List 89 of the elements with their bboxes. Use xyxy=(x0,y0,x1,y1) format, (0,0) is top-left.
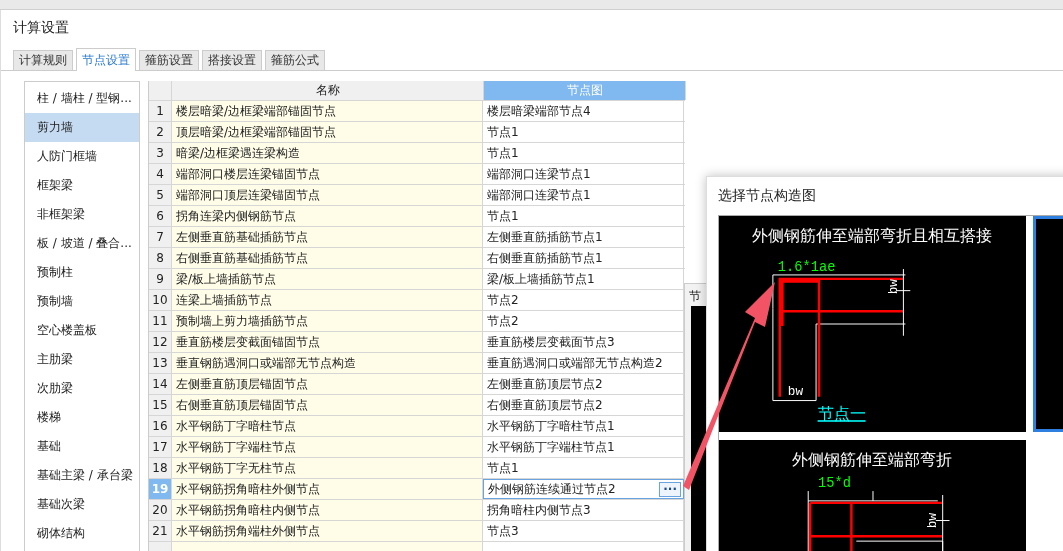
row-number: 21 xyxy=(149,521,172,541)
row-number: 12 xyxy=(149,332,172,352)
sidebar-item[interactable]: 次肋梁 xyxy=(25,374,139,403)
table-cell: 梁/板上墙插筋节点 xyxy=(172,269,483,289)
table-cell: 端部洞口顶层连梁锚固节点 xyxy=(172,185,483,205)
diagram-title: 外侧钢筋伸至端部弯折 xyxy=(792,449,952,469)
sidebar-item[interactable]: 预制柱 xyxy=(25,258,139,287)
table-cell: 预制墙上剪力墙插筋节点 xyxy=(172,311,483,331)
sidebar-item[interactable]: 砌体结构 xyxy=(25,519,139,548)
node-card[interactable]: 外侧钢筋伸至端部弯折且相互搭接 1.6*1ae bw bw 节点一 xyxy=(719,216,1026,432)
dimension-label: bw xyxy=(885,279,901,295)
tab[interactable]: 搭接设置 xyxy=(202,50,262,70)
table-cell: 水平钢筋拐角暗柱内侧节点 xyxy=(172,500,483,520)
table-cell: 左侧垂直筋顶层锚固节点 xyxy=(172,374,483,394)
dimension-label: 15*d xyxy=(818,476,851,492)
sidebar-item[interactable]: 框架梁 xyxy=(25,171,139,200)
table-cell[interactable]: 节点1 xyxy=(483,206,684,226)
tab[interactable]: 计算规则 xyxy=(13,50,73,70)
table-cell[interactable]: 节点1 xyxy=(483,143,684,163)
table-cell: 水平钢筋丁字端柱节点 xyxy=(172,437,483,457)
table-cell: 左侧垂直筋基础插筋节点 xyxy=(172,227,483,247)
column-header[interactable]: 名称 xyxy=(172,81,484,100)
table-cell: 右侧垂直筋顶层锚固节点 xyxy=(172,395,483,415)
node-card[interactable] xyxy=(1033,216,1063,432)
row-number: 8 xyxy=(149,248,172,268)
sidebar-item[interactable]: 板 / 坡道 / 叠合... xyxy=(25,229,139,258)
sidebar-item[interactable]: 基础 xyxy=(25,432,139,461)
dimension-label: bw xyxy=(787,383,804,399)
table-cell: 水平钢筋丁字暗柱节点 xyxy=(172,416,483,436)
sidebar-item[interactable]: 非框架梁 xyxy=(25,200,139,229)
row-number: 17 xyxy=(149,437,172,457)
more-button[interactable]: ··· xyxy=(659,481,681,497)
dimension-label: bw xyxy=(924,512,940,529)
row-number: 11 xyxy=(149,311,172,331)
table-cell: 连梁上墙插筋节点 xyxy=(172,290,483,310)
table-cell: 端部洞口楼层连梁锚固节点 xyxy=(172,164,483,184)
row-number: 4 xyxy=(149,164,172,184)
row-number: 3 xyxy=(149,143,172,163)
sidebar-item[interactable]: 人防门框墙 xyxy=(25,142,139,171)
table-cell: 水平钢筋拐角暗柱外侧节点 xyxy=(172,479,483,499)
row-number: 5 xyxy=(149,185,172,205)
row-number: 13 xyxy=(149,353,172,373)
table-cell[interactable]: 端部洞口连梁节点1 xyxy=(483,185,684,205)
sidebar-item[interactable]: 剪力墙 xyxy=(25,113,139,142)
row-number: 7 xyxy=(149,227,172,247)
field-value: 外侧钢筋连续通过节点2 xyxy=(488,481,616,498)
row-number: 6 xyxy=(149,206,172,226)
node-caption[interactable]: 节点一 xyxy=(817,404,866,424)
row-number: 19 xyxy=(149,479,172,499)
tab[interactable]: 节点设置 xyxy=(76,48,136,71)
row-number: 1 xyxy=(149,101,172,121)
table-cell: 水平钢筋拐角端柱外侧节点 xyxy=(172,521,483,541)
window-title: 计算设置 xyxy=(12,18,70,37)
sidebar-item[interactable]: 楼梯 xyxy=(25,403,139,432)
node-field[interactable]: 外侧钢筋连续通过节点2 ··· xyxy=(483,479,684,499)
table-cell[interactable]: 节点1 xyxy=(483,122,684,142)
table-cell: 水平钢筋丁字无柱节点 xyxy=(172,458,483,478)
sidebar-item[interactable]: 柱 / 墙柱 / 型钢... xyxy=(25,84,139,113)
tab[interactable]: 箍筋设置 xyxy=(139,50,199,70)
sidebar-item[interactable]: 主肋梁 xyxy=(25,345,139,374)
diagram-title: 外侧钢筋伸至端部弯折且相互搭接 xyxy=(752,225,992,245)
table-cell[interactable]: 端部洞口连梁节点1 xyxy=(483,164,684,184)
window-title: 节 xyxy=(689,288,701,305)
table-cell: 拐角连梁内侧钢筋节点 xyxy=(172,206,483,226)
tab[interactable]: 箍筋公式 xyxy=(265,50,325,70)
table-cell: 右侧垂直筋基础插筋节点 xyxy=(172,248,483,268)
table-cell: 垂直钢筋遇洞口或端部无节点构造 xyxy=(172,353,483,373)
row-number: 14 xyxy=(149,374,172,394)
row-number: 20 xyxy=(149,500,172,520)
dimension-label: 1.6*1ae xyxy=(777,260,836,275)
table-cell: 顶层暗梁/边框梁端部锚固节点 xyxy=(172,122,483,142)
sidebar-item[interactable]: 空心楼盖板 xyxy=(25,316,139,345)
row-number: 18 xyxy=(149,458,172,478)
table-cell: 楼层暗梁/边框梁端部锚固节点 xyxy=(172,101,483,121)
table-cell: 暗梁/边框梁遇连梁构造 xyxy=(172,143,483,163)
table-cell[interactable]: 楼层暗梁端部节点4 xyxy=(483,101,684,121)
node-card[interactable]: 外侧钢筋伸至端部弯折 15*d bw xyxy=(719,440,1026,551)
table-cell[interactable]: 左侧垂直筋插筋节点1 xyxy=(483,227,684,247)
row-number: 15 xyxy=(149,395,172,415)
sidebar-item[interactable]: 预制墙 xyxy=(25,287,139,316)
table-cell: 垂直筋楼层变截面锚固节点 xyxy=(172,332,483,352)
row-number: 16 xyxy=(149,416,172,436)
row-number: 9 xyxy=(149,269,172,289)
row-number: 2 xyxy=(149,122,172,142)
sidebar-item[interactable]: 基础主梁 / 承台梁 xyxy=(25,461,139,490)
row-number: 10 xyxy=(149,290,172,310)
sidebar-item[interactable]: 基础次梁 xyxy=(25,490,139,519)
dialog-title: 选择节点构造图 xyxy=(717,186,817,205)
table-cell[interactable]: 右侧垂直筋插筋节点1 xyxy=(483,248,684,268)
